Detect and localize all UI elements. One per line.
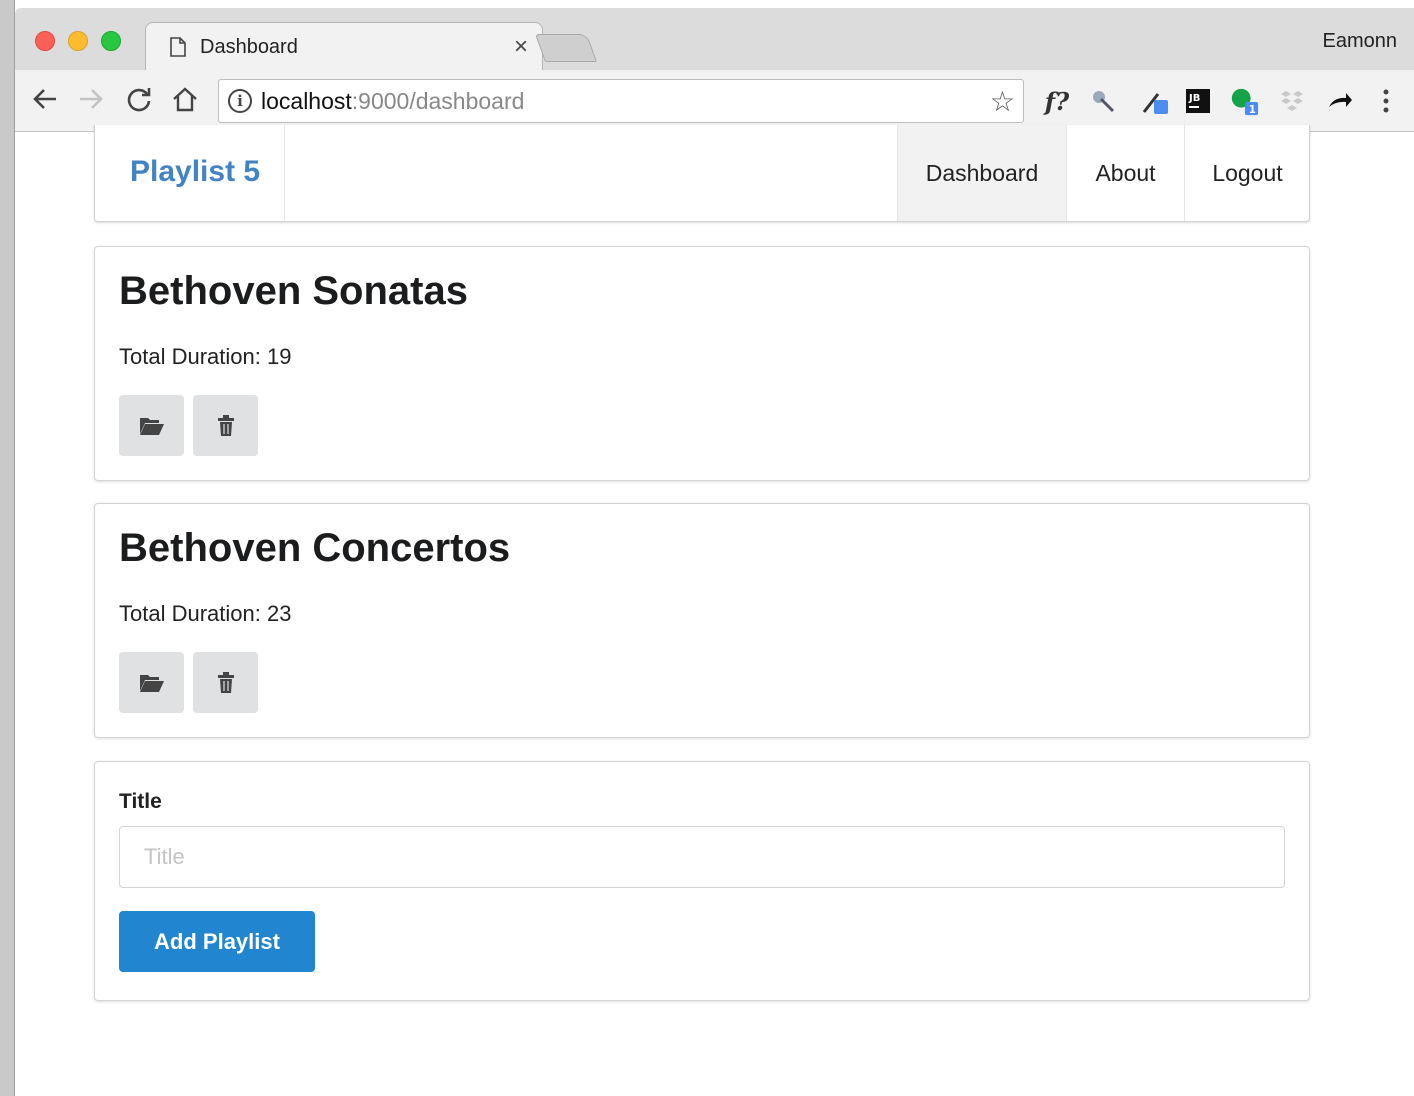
dropbox-extension-icon[interactable] [1277,86,1307,116]
add-playlist-form: Title Add Playlist [94,761,1310,1001]
menu-kebab-icon[interactable] [1371,86,1401,116]
tab-close-icon[interactable]: × [514,33,528,61]
minimize-window-button[interactable] [68,31,88,51]
satellite-extension-icon[interactable] [1088,86,1118,116]
jetbrains-extension-icon[interactable]: JB [1183,86,1213,116]
brand-title[interactable]: Playlist 5 [130,155,260,189]
page-icon [170,37,186,57]
playlist-duration: Total Duration: 19 [119,344,292,369]
delete-playlist-button[interactable] [193,652,258,713]
new-tab-button[interactable] [534,34,598,62]
delete-playlist-button[interactable] [193,395,258,456]
add-playlist-button[interactable]: Add Playlist [119,911,315,972]
eyedropper-extension-icon[interactable] [1140,86,1170,116]
playlist-title: Bethoven Concertos [119,526,511,570]
svg-text:JB: JB [1188,93,1200,104]
nav-item-dashboard[interactable]: Dashboard [897,125,1066,221]
close-window-button[interactable] [35,31,55,51]
playlist-card: Bethoven Sonatas Total Duration: 19 [94,246,1310,481]
brand[interactable]: Playlist 5 [95,125,285,221]
home-icon[interactable] [169,84,201,116]
browser-toolbar: i localhost:9000/dashboard ☆ f? JB 1 [15,70,1414,132]
share-arrow-icon[interactable] [1325,86,1355,116]
nav-item-logout[interactable]: Logout [1184,125,1310,221]
bookmark-star-icon[interactable]: ☆ [990,85,1015,118]
info-icon[interactable]: i [228,89,252,113]
tab-dashboard[interactable]: Dashboard × [145,22,543,72]
title-label: Title [119,790,162,813]
folder-open-icon [139,674,164,692]
open-playlist-button[interactable] [119,652,184,713]
maximize-window-button[interactable] [101,31,121,51]
trash-icon [217,414,234,436]
playlist-card: Bethoven Concertos Total Duration: 23 [94,503,1310,738]
title-input[interactable] [119,826,1285,888]
trash-icon [217,671,234,693]
svg-text:1: 1 [1249,104,1256,116]
profile-name[interactable]: Eamonn [1323,30,1398,53]
grammar-extension-icon[interactable]: 1 [1229,86,1259,116]
folder-open-icon [139,417,164,435]
url-text[interactable]: localhost:9000/dashboard [261,88,524,115]
open-playlist-button[interactable] [119,395,184,456]
nav-item-about[interactable]: About [1066,125,1184,221]
address-bar[interactable]: i localhost:9000/dashboard ☆ [218,79,1024,123]
window-edge [0,0,15,1096]
back-icon[interactable] [29,84,61,116]
formula-extension-icon[interactable]: f? [1042,86,1072,116]
top-menu: Playlist 5 Dashboard About Logout [94,125,1310,222]
playlist-title: Bethoven Sonatas [119,269,468,313]
tab-title: Dashboard [200,36,298,58]
reload-icon[interactable] [123,84,155,116]
forward-icon[interactable] [75,84,107,116]
tab-bar: Dashboard × Eamonn [15,8,1414,72]
playlist-duration: Total Duration: 23 [119,601,292,626]
